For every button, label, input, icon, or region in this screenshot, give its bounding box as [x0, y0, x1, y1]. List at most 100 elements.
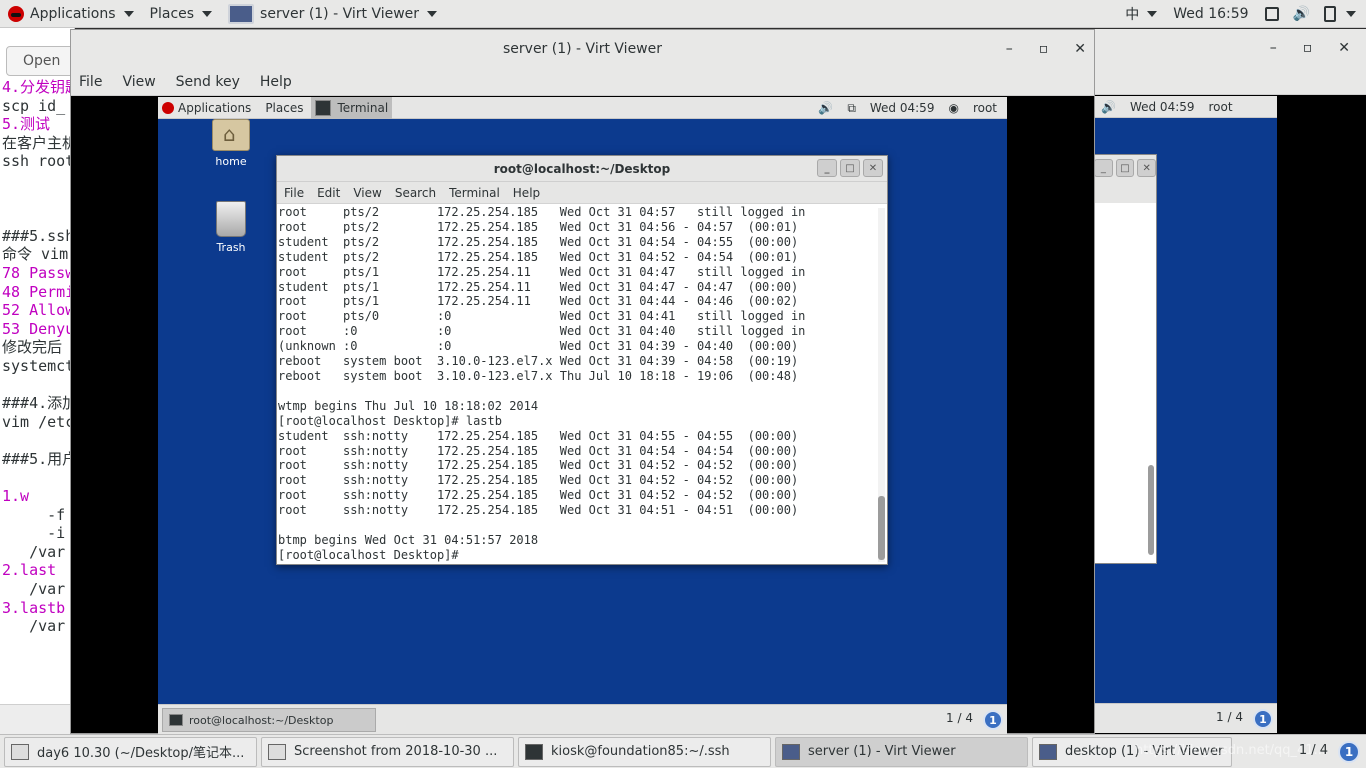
- minimize-icon[interactable]: –: [1006, 41, 1013, 57]
- chevron-down-icon: [123, 10, 134, 17]
- open-button[interactable]: Open: [6, 46, 74, 76]
- terminal-window[interactable]: root@localhost:~/Desktop _ □ ✕ File Edit…: [276, 155, 888, 565]
- terminal-menu-edit[interactable]: Edit: [317, 186, 340, 200]
- host-task-editor[interactable]: day6 10.30 (~/Desktop/笔记本...: [4, 736, 257, 767]
- guest-places[interactable]: Places: [265, 101, 303, 115]
- terminal-line: root pts/1 172.25.254.11 Wed Oct 31 04:4…: [278, 294, 799, 309]
- volume-icon[interactable]: 🔊: [818, 101, 833, 115]
- vv1-titlebar: server (1) - Virt Viewer – ▫ ✕: [71, 30, 1094, 68]
- guest2-screen[interactable]: 🔊 Wed 04:59 root _ □ ✕ 1 / 4 1: [1095, 96, 1277, 733]
- trash-icon: [216, 201, 246, 237]
- workspace-icon[interactable]: [1264, 7, 1279, 21]
- editor-line: 4.分发钥匙: [2, 78, 75, 96]
- menu-send-key[interactable]: Send key: [176, 74, 240, 90]
- host-task-label: day6 10.30 (~/Desktop/笔记本...: [37, 746, 245, 761]
- guest2-terminal-window[interactable]: _ □ ✕: [1095, 154, 1157, 564]
- host-task-terminal[interactable]: kiosk@foundation85:~/.ssh: [518, 736, 771, 767]
- terminal-line: student ssh:notty 172.25.254.185 Wed Oct…: [278, 428, 799, 443]
- minimize-icon[interactable]: _: [1095, 159, 1113, 177]
- editor-line: 78 Passw: [2, 263, 75, 282]
- editor-line: 在客户主机: [2, 133, 75, 152]
- maximize-icon[interactable]: ▫: [1039, 41, 1049, 57]
- desktop-trash-icon[interactable]: Trash: [201, 201, 261, 254]
- guest2-pager-badge[interactable]: 1: [1253, 709, 1273, 729]
- redhat-logo-icon: [8, 5, 24, 22]
- guest2-clock[interactable]: Wed 04:59: [1130, 100, 1195, 114]
- guest2-user[interactable]: root: [1209, 100, 1233, 114]
- clock[interactable]: Wed 16:59: [1165, 0, 1256, 28]
- editor-line: vim /etc: [2, 412, 75, 431]
- battery-icon[interactable]: [1324, 6, 1336, 22]
- editor-line: 1.w: [2, 487, 30, 506]
- terminal-line: (unknown :0 :0 Wed Oct 31 04:39 - 04:40 …: [278, 339, 799, 354]
- close-icon[interactable]: ✕: [863, 159, 883, 177]
- menu-help[interactable]: Help: [260, 74, 292, 90]
- terminal-menu-terminal[interactable]: Terminal: [449, 186, 500, 200]
- maximize-icon[interactable]: □: [1115, 159, 1135, 177]
- guest-screen[interactable]: Applications Places Terminal 🔊 ⧉ Wed 04:…: [158, 97, 1007, 734]
- clock-label: Wed 16:59: [1173, 6, 1249, 22]
- chevron-down-icon: [427, 10, 438, 17]
- close-icon[interactable]: ✕: [1137, 159, 1157, 177]
- terminal-icon: [525, 743, 543, 760]
- editor-line: ssh root: [2, 152, 75, 171]
- terminal-menu-search[interactable]: Search: [395, 186, 436, 200]
- terminal-line: root :0 :0 Wed Oct 31 04:40 still logged…: [278, 324, 806, 339]
- desktop-virt-viewer-window: – ▫ ✕ 🔊 Wed 04:59 root _ □ ✕ 1 / 4 1: [1095, 29, 1366, 734]
- volume-icon[interactable]: 🔊: [1101, 100, 1116, 114]
- editor-line: 53 Denyu: [2, 319, 75, 338]
- volume-icon[interactable]: 🔊: [1293, 6, 1310, 22]
- active-window-menu[interactable]: server (1) - Virt Viewer: [220, 0, 445, 28]
- network-icon[interactable]: ⧉: [847, 101, 856, 116]
- scrollbar-thumb[interactable]: [878, 496, 885, 560]
- applications-menu[interactable]: Applications: [0, 0, 142, 28]
- desktop-home-icon[interactable]: home: [201, 119, 261, 168]
- guest-terminal-tab-label: Terminal: [337, 100, 389, 115]
- editor-line: -i: [2, 524, 66, 543]
- redhat-logo-icon: [162, 101, 174, 114]
- guest-terminal-tab[interactable]: Terminal: [311, 97, 393, 119]
- close-icon[interactable]: ✕: [1338, 40, 1350, 56]
- host-task-label: server (1) - Virt Viewer: [808, 744, 956, 759]
- terminal-line: root ssh:notty 172.25.254.185 Wed Oct 31…: [278, 458, 799, 473]
- host-pager[interactable]: 1 / 4: [1299, 743, 1328, 758]
- host-pager-badge[interactable]: 1: [1338, 741, 1360, 763]
- guest-pager-badge[interactable]: 1: [983, 710, 1003, 730]
- guest2-top-bar: 🔊 Wed 04:59 root: [1095, 96, 1277, 118]
- maximize-icon[interactable]: □: [840, 159, 860, 177]
- terminal-menu-help[interactable]: Help: [513, 186, 540, 200]
- terminal-line: root ssh:notty 172.25.254.185 Wed Oct 31…: [278, 503, 799, 518]
- editor-line: ###4.添加: [2, 394, 75, 413]
- editor-line: /var: [2, 617, 66, 636]
- terminal-line: root pts/0 :0 Wed Oct 31 04:41 still log…: [278, 309, 806, 324]
- virt-viewer-icon: [782, 743, 800, 760]
- terminal-output[interactable]: root pts/2 172.25.254.185 Wed Oct 31 04:…: [277, 205, 875, 565]
- minimize-icon[interactable]: _: [817, 159, 837, 177]
- editor-line: 48 Permi: [2, 282, 75, 301]
- close-icon[interactable]: ✕: [1074, 41, 1086, 57]
- places-menu[interactable]: Places: [142, 0, 221, 28]
- terminal-menu-view[interactable]: View: [353, 186, 381, 200]
- host-task-server-viewer[interactable]: server (1) - Virt Viewer: [775, 736, 1028, 767]
- guest-user[interactable]: root: [973, 101, 997, 115]
- editor-text[interactable]: 4.分发钥匙 scp id_ 5.测试 在客户主机 ssh root ###5.ssh 命…: [2, 78, 75, 636]
- guest-applications[interactable]: Applications: [178, 101, 251, 115]
- system-menu-chevron-icon[interactable]: [1346, 11, 1356, 17]
- host-task-screenshot[interactable]: Screenshot from 2018-10-30 ...: [261, 736, 514, 767]
- maximize-icon[interactable]: ▫: [1303, 40, 1313, 56]
- menu-file[interactable]: File: [79, 74, 102, 90]
- minimize-icon[interactable]: –: [1270, 40, 1277, 56]
- guest-clock[interactable]: Wed 04:59: [870, 101, 935, 115]
- input-method-menu[interactable]: 中: [1117, 0, 1165, 28]
- guest2-pager[interactable]: 1 / 4: [1216, 710, 1243, 724]
- menu-view[interactable]: View: [122, 74, 155, 90]
- scrollbar-thumb[interactable]: [1148, 465, 1154, 555]
- guest-task-terminal[interactable]: root@localhost:~/Desktop: [162, 708, 376, 732]
- terminal-menubar: File Edit View Search Terminal Help: [277, 182, 887, 204]
- guest-pager[interactable]: 1 / 4: [946, 711, 973, 725]
- terminal-menu-file[interactable]: File: [284, 186, 304, 200]
